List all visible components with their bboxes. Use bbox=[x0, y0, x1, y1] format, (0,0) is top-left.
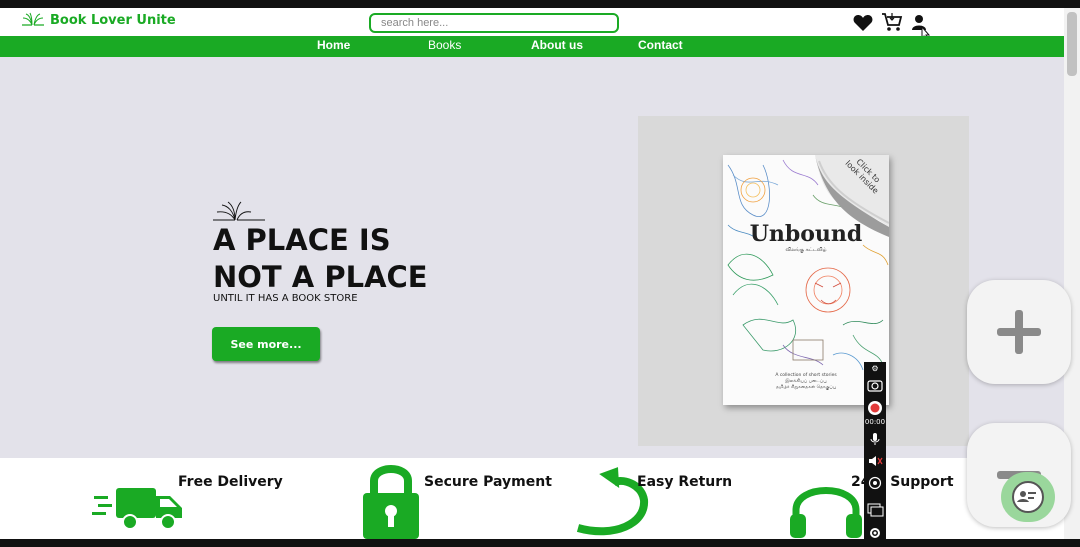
main-nav: Home Books About us Contact bbox=[0, 36, 1064, 57]
open-book-logo-icon bbox=[22, 12, 44, 26]
cart-icon[interactable] bbox=[881, 12, 903, 32]
nav-books[interactable]: Books bbox=[428, 38, 461, 52]
hero-title-line-1: A PLACE IS bbox=[213, 223, 391, 257]
book-tamil-subtitle: விலங்கு கட்டவிழ் bbox=[785, 247, 827, 253]
site-logo[interactable]: Book Lover Unite bbox=[20, 12, 176, 28]
chat-icon bbox=[1012, 481, 1044, 513]
nav-about-us[interactable]: About us bbox=[531, 38, 583, 52]
heart-icon[interactable] bbox=[853, 14, 873, 32]
hero-title-line-2: NOT A PLACE bbox=[213, 260, 428, 294]
settings-gear-icon[interactable] bbox=[864, 526, 886, 540]
chat-widget-button[interactable] bbox=[1001, 472, 1055, 522]
browser-viewport: Book Lover Unite Home Books About us Con… bbox=[0, 8, 1064, 539]
zoom-in-button[interactable] bbox=[967, 280, 1071, 384]
hero-title: A PLACE IS NOT A PLACE bbox=[213, 222, 428, 296]
record-icon[interactable] bbox=[864, 400, 886, 416]
camera-icon[interactable] bbox=[864, 378, 886, 392]
screen-recorder-toolbar: ⚙ 00:00 bbox=[864, 362, 886, 547]
feature-secure-payment: Secure Payment bbox=[424, 474, 552, 490]
nav-home[interactable]: Home bbox=[317, 38, 350, 52]
features-strip: Free Delivery Secure Payment Easy Return… bbox=[0, 458, 1064, 539]
logo-text: Book Lover Unite bbox=[50, 12, 176, 28]
padlock-icon bbox=[363, 465, 419, 539]
recorder-menu-icon[interactable]: ⚙ bbox=[864, 364, 886, 373]
plus-icon bbox=[997, 310, 1041, 354]
search-input[interactable] bbox=[369, 13, 619, 33]
featured-book-panel: Click to look inside Unbound விலங்கு கட்… bbox=[638, 116, 969, 446]
see-more-button[interactable]: See more... bbox=[212, 327, 320, 361]
hero-subtitle: UNTIL IT HAS A BOOK STORE bbox=[213, 293, 358, 304]
feature-free-delivery: Free Delivery bbox=[178, 474, 283, 490]
nav-contact[interactable]: Contact bbox=[638, 38, 683, 52]
window-select-icon[interactable] bbox=[864, 502, 886, 518]
top-header: Book Lover Unite bbox=[0, 8, 1064, 42]
speaker-muted-icon[interactable] bbox=[864, 454, 886, 468]
feature-easy-return: Easy Return bbox=[637, 474, 733, 490]
delivery-truck-icon bbox=[92, 488, 182, 530]
book-title: Unbound bbox=[749, 221, 863, 247]
microphone-icon[interactable] bbox=[864, 432, 886, 446]
open-book-deco-icon bbox=[213, 201, 265, 221]
scrollbar-thumb[interactable] bbox=[1067, 12, 1077, 76]
webcam-icon[interactable] bbox=[864, 476, 886, 490]
recorder-timer: 00:00 bbox=[864, 418, 886, 426]
